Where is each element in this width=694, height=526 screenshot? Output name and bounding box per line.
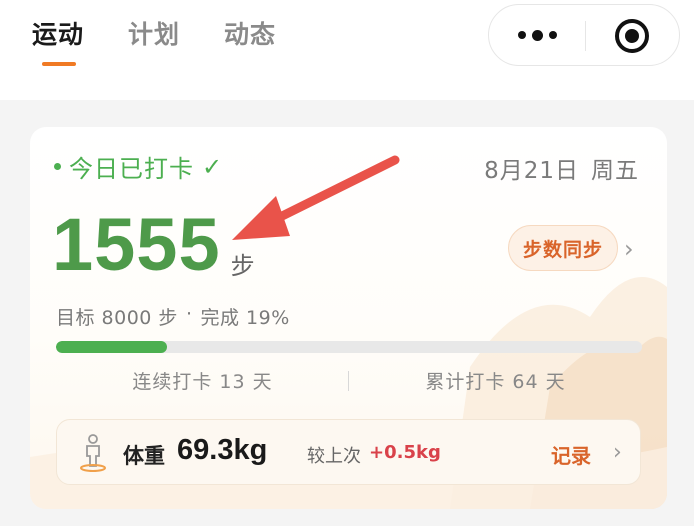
date-display: 8月21日 周五	[484, 151, 639, 185]
tab-feed-label: 动态	[224, 20, 277, 49]
chevron-right-icon[interactable]: ›	[613, 440, 622, 465]
target-close-icon[interactable]	[613, 17, 651, 55]
step-count-unit: 步	[230, 252, 255, 280]
status-dot-icon	[54, 163, 61, 170]
tab-plan-label: 计划	[128, 20, 181, 49]
capsule-divider	[585, 21, 586, 51]
weight-value: 69.3kg	[177, 434, 268, 466]
step-sync-button[interactable]: 步数同步	[508, 225, 618, 271]
weight-compare-label: 较上次	[307, 446, 361, 467]
weight-record-button[interactable]: 记录	[551, 440, 591, 469]
tab-bar: 运动 计划 动态	[32, 18, 276, 68]
date-text: 8月21日	[484, 158, 579, 184]
consecutive-checkin: 连续打卡 13 天	[132, 371, 273, 393]
weight-delta: +0.5kg	[369, 442, 441, 463]
goal-text: 目标 8000 步	[56, 307, 178, 329]
tab-plan[interactable]: 计划	[128, 18, 180, 68]
weekday-text: 周五	[591, 158, 639, 184]
weight-row[interactable]: 体重 69.3kg 较上次 +0.5kg 记录 ›	[56, 419, 641, 485]
tab-exercise[interactable]: 运动	[32, 18, 84, 68]
goal-summary: 目标 8000 步 · 完成 19%	[56, 303, 290, 330]
person-scale-icon	[80, 434, 106, 472]
check-icon: ✓	[202, 152, 224, 181]
tab-exercise-label: 运动	[32, 20, 85, 49]
top-bar: 运动 计划 动态	[0, 0, 694, 100]
chevron-right-icon[interactable]: ›	[624, 235, 634, 263]
step-count-value: 1555	[52, 203, 221, 286]
completion-text: 完成 19%	[200, 307, 290, 329]
step-count: 1555 步	[52, 205, 255, 285]
checkin-stats: 连续打卡 13 天 累计打卡 64 天	[56, 367, 642, 397]
more-dots-icon[interactable]	[509, 5, 565, 65]
total-checkin: 累计打卡 64 天	[425, 371, 566, 393]
goal-progress-bar	[56, 341, 642, 353]
active-tab-indicator	[42, 62, 76, 66]
checkin-status-text: 今日已打卡	[69, 155, 194, 183]
daily-steps-card: 今日已打卡 ✓ 8月21日 周五 1555 步 步数同步 › 目标 8000 步…	[30, 127, 667, 509]
checkin-status: 今日已打卡 ✓	[54, 149, 223, 184]
tab-feed[interactable]: 动态	[224, 18, 276, 68]
weight-label: 体重	[123, 444, 165, 468]
goal-separator: ·	[185, 303, 193, 325]
mini-program-capsule	[488, 4, 680, 66]
goal-progress-fill	[56, 341, 168, 353]
